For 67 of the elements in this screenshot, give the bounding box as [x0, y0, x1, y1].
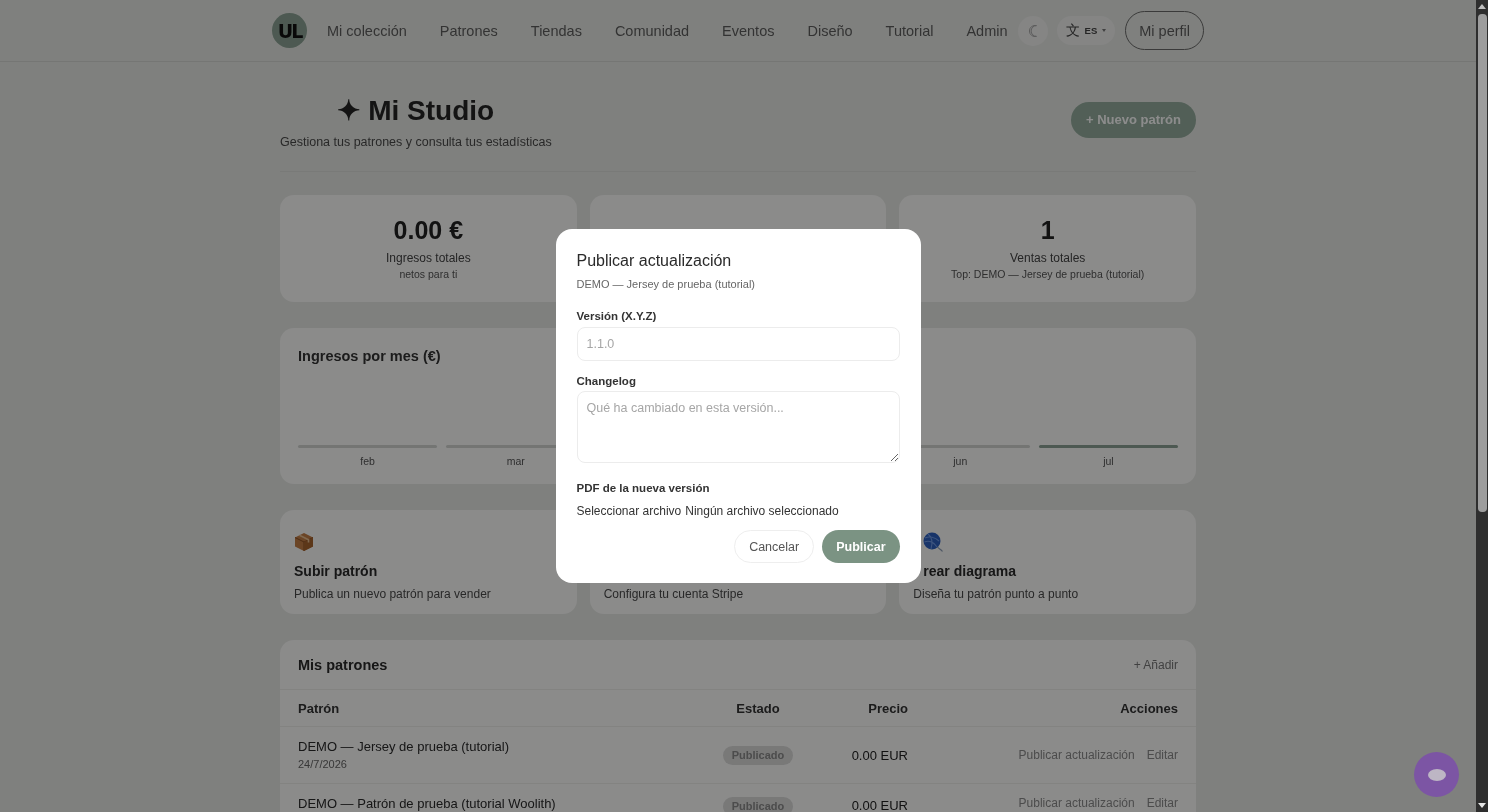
action-link[interactable]: Editar: [1146, 796, 1178, 810]
nav-link[interactable]: Admin: [966, 22, 1008, 39]
nav-link[interactable]: Eventos: [722, 22, 775, 39]
action-link[interactable]: Editar: [1146, 748, 1178, 762]
field-label: Changelog: [576, 374, 637, 388]
action-link[interactable]: Publicar actualización: [1018, 748, 1135, 762]
action-link[interactable]: Publicar actualización: [1018, 796, 1135, 810]
section-title: Mis patrones: [298, 656, 388, 673]
language-selector[interactable]: 文 ES: [1056, 16, 1116, 45]
moon-icon: [1028, 24, 1038, 37]
column-header: Estado: [736, 700, 780, 716]
pattern-name: DEMO — Patrón de prueba (tutorial Woolith): [298, 796, 557, 812]
changelog-textarea[interactable]: Qué ha cambiado en esta versión...: [576, 391, 900, 463]
price-text: 0.00 EUR: [851, 798, 908, 812]
quick-action-card[interactable]: rear diagrama Diseña tu patrón punto a punto: [899, 510, 1196, 614]
add-link[interactable]: + Añadir: [1133, 657, 1178, 672]
dialog-subtitle: DEMO — Jersey de prueba (tutorial): [576, 277, 756, 291]
month-label: jul: [1102, 455, 1115, 468]
column-header: Patrón: [298, 700, 340, 716]
quick-action-card[interactable]: Subir patrón Publica un nuevo patrón para vender: [280, 510, 577, 614]
scroll-down-arrow-icon[interactable]: [1478, 803, 1486, 808]
column-header: Precio: [868, 700, 908, 716]
file-status-text: Ningún archivo seleccionado: [685, 504, 839, 518]
speech-bubble-icon: [1427, 768, 1446, 781]
publish-button[interactable]: Publicar: [822, 530, 900, 563]
page-subtitle: Gestiona tus patrones y consulta tus estadísticas: [280, 135, 552, 149]
yarn-ball-icon: [923, 532, 944, 552]
version-input[interactable]: 1.1.0: [576, 327, 900, 361]
page-title: ✦ Mi Studio: [336, 94, 496, 128]
chart-title: Ingresos por mes (€): [298, 347, 442, 366]
stat-value: 0.00 €: [392, 215, 465, 245]
column-header: Acciones: [1120, 700, 1178, 716]
logo[interactable]: UL: [272, 13, 307, 48]
quick-action-description: Publica un nuevo patrón para vender: [294, 587, 492, 602]
chat-button[interactable]: [1414, 752, 1459, 797]
stat-label: Ventas totales: [1008, 251, 1087, 265]
field-label: PDF de la nueva versión: [576, 481, 711, 495]
dialog-title: Publicar actualización: [576, 251, 733, 271]
quick-action-description: Diseña tu patrón punto a punto: [913, 587, 1080, 602]
nav-link[interactable]: Mi colección: [327, 22, 407, 39]
stat-value: 1: [1039, 215, 1056, 245]
field-label: Versión (X.Y.Z): [576, 309, 658, 323]
quick-action-title: rear diagrama: [923, 563, 1016, 579]
quick-action-description: Configura tu cuenta Stripe: [603, 587, 745, 602]
pattern-name: DEMO — Jersey de prueba (tutorial): [298, 739, 510, 755]
quick-action-title: Subir patrón: [294, 563, 378, 579]
price-text: 0.00 EUR: [851, 748, 908, 763]
pattern-date: 24/7/2026: [298, 758, 348, 771]
stat-label: Ingresos totales: [384, 251, 472, 265]
choose-file-button[interactable]: Seleccionar archivo: [576, 504, 682, 518]
nav-link[interactable]: Diseño: [807, 22, 853, 39]
stat-note: netos para ti: [398, 268, 459, 281]
nav-link[interactable]: Tiendas: [530, 22, 582, 39]
stat-note: Top: DEMO — Jersey de prueba (tutorial): [950, 268, 1146, 281]
nav-link[interactable]: Comunidad: [614, 22, 690, 39]
theme-toggle-button[interactable]: [1017, 15, 1048, 46]
cancel-button[interactable]: Cancelar: [734, 530, 815, 563]
month-label: mar: [505, 455, 526, 468]
scrollbar-thumb[interactable]: [1477, 14, 1487, 512]
nav-link[interactable]: Tutorial: [885, 22, 934, 39]
package-icon: [294, 532, 314, 552]
scroll-up-arrow-icon[interactable]: [1478, 4, 1486, 9]
nav-link[interactable]: Patrones: [439, 22, 498, 39]
month-label: jun: [952, 455, 969, 468]
scrollbar[interactable]: [1476, 0, 1488, 812]
caret-icon: [1102, 29, 1107, 32]
month-label: feb: [359, 455, 376, 468]
